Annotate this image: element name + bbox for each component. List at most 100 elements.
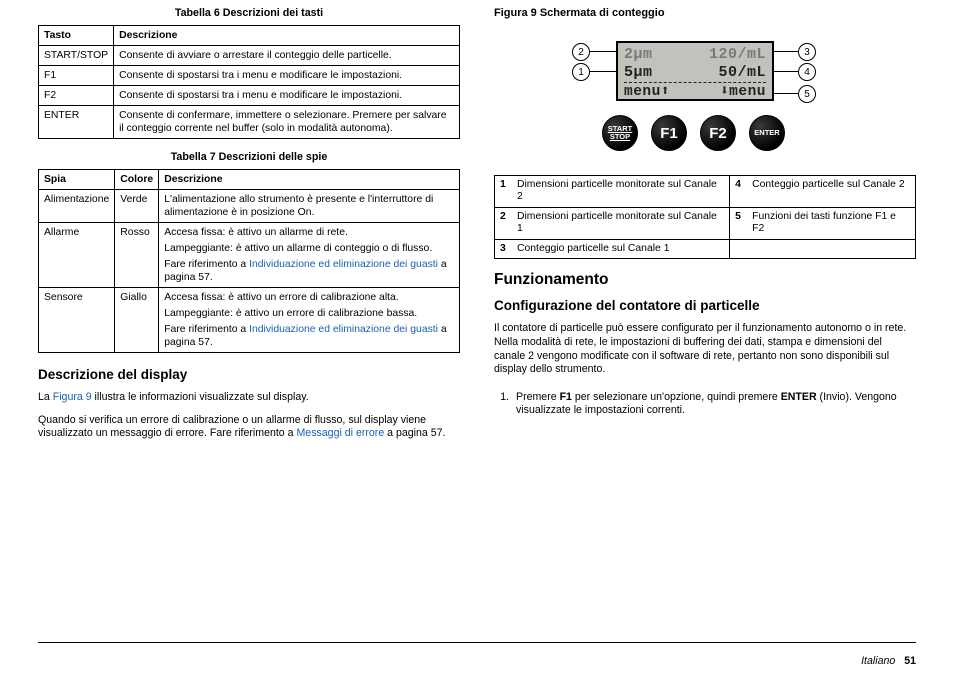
key-cell: START/STOP [39,46,114,66]
enter-button[interactable]: ENTER [749,115,785,151]
table-row: 3 Conteggio particelle sul Canale 1 [495,239,916,258]
spia-cell: Sensore [39,288,115,353]
table6-caption: Tabella 6 Descrizioni dei tasti [38,7,460,19]
table-row: Allarme Rosso Accesa fissa: è attivo un … [39,223,460,288]
text: Fare riferimento a [164,259,249,270]
operation-heading: Funzionamento [494,271,916,289]
ch1-count: 50/mL [718,64,766,82]
key-name: F1 [560,391,572,403]
desc-cell: Accesa fissa: è attivo un allarme di ret… [159,223,460,288]
table-row: F1 Consente di spostarsi tra i menu e mo… [39,66,460,86]
key-cell: ENTER [39,106,114,139]
empty-cell [730,239,749,258]
paragraph: La Figura 9 illustra le informazioni vis… [38,391,460,405]
text: ENTER [754,129,779,137]
table-row: F2 Consente di spostarsi tra i menu e mo… [39,86,460,106]
leader-line [774,51,799,52]
desc-cell: Consente di confermare, immettere o sele… [114,106,460,139]
key-num: 3 [495,239,514,258]
f2-label: ⬇menu [720,84,766,101]
figure9: 1 2 3 4 5 2µm 120/mL 5µm 50/mL menu⬆ ⬇me… [494,29,916,165]
figure9-key-table: 1 Dimensioni particelle monitorate sul C… [494,175,916,259]
f1-label: menu⬆ [624,84,670,101]
lcd-screen: 2µm 120/mL 5µm 50/mL menu⬆ ⬇menu [616,41,774,101]
desc-cell: Consente di avviare o arrestare il conte… [114,46,460,66]
key-num: 1 [495,176,514,208]
figure9-link[interactable]: Figura 9 [53,391,92,403]
key-cell: F1 [39,66,114,86]
left-column: Tabella 6 Descrizioni dei tasti Tasto De… [38,6,460,618]
ch2-size: 2µm [624,46,653,64]
figure9-caption: Figura 9 Schermata di conteggio [494,7,916,19]
key-num: 4 [730,176,749,208]
steps-list: Premere F1 per selezionare un'opzione, q… [494,391,916,424]
colore-cell: Rosso [115,223,159,288]
table6-head-key: Tasto [39,26,114,46]
leader-line [589,51,617,52]
footer-language: Italiano [861,655,895,667]
key-text: Dimensioni particelle monitorate sul Can… [513,207,730,239]
error-messages-link[interactable]: Messaggi di errore [296,427,384,439]
table7-head-spia: Spia [39,170,115,190]
footer-rule [38,642,916,643]
text: STOP [608,133,632,141]
lcd-row-ch1: 5µm 50/mL [624,64,766,82]
text: La [38,391,53,403]
spia-cell: Allarme [39,223,115,288]
table7-head-desc: Descrizione [159,170,460,190]
table-row: Sensore Giallo Accesa fissa: è attivo un… [39,288,460,353]
leader-line [774,93,799,94]
right-column: Figura 9 Schermata di conteggio 1 2 3 4 … [494,6,916,618]
leader-line [774,71,799,72]
footer-page-number: 51 [904,655,916,667]
callout-4: 4 [798,63,816,81]
paragraph: Il contatore di particelle può essere co… [494,322,916,376]
two-column-layout: Tabella 6 Descrizioni dei tasti Tasto De… [38,6,916,618]
key-num: 5 [730,207,749,239]
keypad: STARTSTOP F1 F2 ENTER [602,115,785,151]
text: Premere [516,391,560,403]
key-text: Conteggio particelle sul Canale 1 [513,239,730,258]
key-text: Conteggio particelle sul Canale 2 [748,176,915,208]
callout-3: 3 [798,43,816,61]
f2-button[interactable]: F2 [700,115,736,151]
paragraph: Quando si verifica un errore di calibraz… [38,414,460,441]
text: illustra le informazioni visualizzate su… [92,391,309,403]
desc-cell: Accesa fissa: è attivo un errore di cali… [159,288,460,353]
callout-5: 5 [798,85,816,103]
callout-2: 2 [572,43,590,61]
desc-line: Fare riferimento a Individuazione ed eli… [164,323,454,349]
troubleshooting-link[interactable]: Individuazione ed eliminazione dei guast… [249,324,438,335]
colore-cell: Giallo [115,288,159,353]
text: per selezionare un'opzione, quindi preme… [572,391,781,403]
leader-line [589,71,617,72]
desc-cell: L'alimentazione allo strumento è present… [159,190,460,223]
table-row: Alimentazione Verde L'alimentazione allo… [39,190,460,223]
desc-line: Lampeggiante: è attivo un errore di cali… [164,307,454,320]
desc-cell: Consente di spostarsi tra i menu e modif… [114,66,460,86]
table7-caption: Tabella 7 Descrizioni delle spie [38,151,460,163]
f1-button[interactable]: F1 [651,115,687,151]
ch2-count: 120/mL [709,46,766,64]
key-num: 2 [495,207,514,239]
desc-line: Accesa fissa: è attivo un allarme di ret… [164,226,454,239]
text: a pagina 57. [384,427,445,439]
desc-cell: Consente di spostarsi tra i menu e modif… [114,86,460,106]
table-row: 1 Dimensioni particelle monitorate sul C… [495,176,916,208]
table7: Spia Colore Descrizione Alimentazione Ve… [38,169,460,353]
empty-cell [748,239,915,258]
desc-line: Lampeggiante: è attivo un allarme di con… [164,242,454,255]
table6: Tasto Descrizione START/STOP Consente di… [38,25,460,139]
counter-config-heading: Configurazione del contatore di particel… [494,298,916,313]
troubleshooting-link[interactable]: Individuazione ed eliminazione dei guast… [249,259,438,270]
table-row: ENTER Consente di confermare, immettere … [39,106,460,139]
text: Fare riferimento a [164,324,249,335]
desc-line: Fare riferimento a Individuazione ed eli… [164,258,454,284]
lcd-row-ch2: 2µm 120/mL [624,46,766,64]
table-row: 2 Dimensioni particelle monitorate sul C… [495,207,916,239]
ch1-size: 5µm [624,64,653,82]
key-name: ENTER [781,391,817,403]
start-stop-button[interactable]: STARTSTOP [602,115,638,151]
step-item: Premere F1 per selezionare un'opzione, q… [512,391,916,418]
lcd-softkey-row: menu⬆ ⬇menu [624,84,766,101]
